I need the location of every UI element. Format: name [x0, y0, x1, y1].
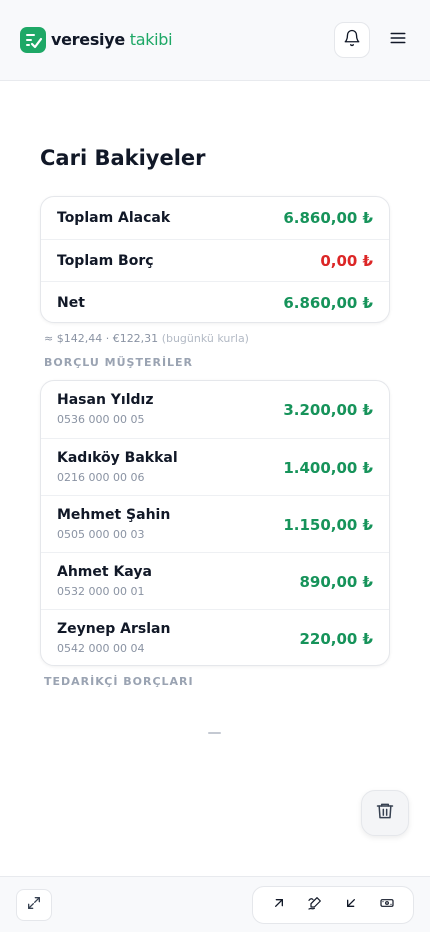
customer-phone: 0542 000 00 04: [57, 642, 145, 655]
customer-balance: 220,00 ₺: [299, 630, 373, 648]
customer-name: Hasan Yıldız: [57, 392, 154, 408]
customer-name: Mehmet Şahin: [57, 507, 171, 523]
customer-balance: 1.150,00 ₺: [283, 516, 373, 534]
action-tool-group: [252, 886, 414, 924]
list-item[interactable]: Hasan Yıldız 0536 000 00 05 3.200,00 ₺: [41, 381, 389, 438]
arrow-up-right-icon: [271, 895, 287, 915]
cash-icon: [379, 895, 395, 915]
debtors-heading: BORÇLU MÜŞTERİLER: [44, 356, 194, 369]
summary-label: Net: [57, 294, 85, 311]
summary-row-net: Net 6.860,00 ₺: [41, 281, 389, 323]
summary-label: Toplam Borç: [57, 252, 154, 269]
list-item[interactable]: Kadıköy Bakkal 0216 000 00 06 1.400,00 ₺: [41, 438, 389, 495]
fx-rates: ≈ $142,44 · €122,31: [44, 332, 159, 345]
summary-row-total-debt: Toplam Borç 0,00 ₺: [41, 239, 389, 281]
brand-primary: veresiye: [51, 30, 125, 49]
fx-note: (bugünkü kurla): [161, 332, 249, 345]
bell-icon: [343, 29, 361, 51]
customer-name: Zeynep Arslan: [57, 621, 171, 637]
customer-name: Ahmet Kaya: [57, 564, 152, 580]
delete-button[interactable]: [361, 790, 409, 836]
app-header: veresiye takibi: [0, 0, 430, 81]
customer-balance: 3.200,00 ₺: [283, 401, 373, 419]
cash-button[interactable]: [372, 890, 402, 920]
suppliers-empty-placeholder: [208, 732, 221, 734]
arrow-down-left-icon: [343, 895, 359, 915]
customer-phone: 0536 000 00 05: [57, 413, 145, 426]
receive-payment-button[interactable]: [336, 890, 366, 920]
summary-row-total-receivable: Toplam Alacak 6.860,00 ₺: [41, 197, 389, 239]
expand-icon: [26, 895, 42, 915]
brand-name[interactable]: veresiye takibi: [51, 29, 173, 51]
list-item[interactable]: Mehmet Şahin 0505 000 00 03 1.150,00 ₺: [41, 495, 389, 552]
brand-secondary: takibi: [129, 30, 173, 49]
sign-pen-icon: [307, 895, 323, 915]
menu-button[interactable]: [380, 22, 416, 58]
customer-phone: 0532 000 00 01: [57, 585, 145, 598]
summary-value: 6.860,00 ₺: [283, 293, 373, 312]
list-item[interactable]: Zeynep Arslan 0542 000 00 04 220,00 ₺: [41, 609, 389, 666]
summary-value: 6.860,00 ₺: [283, 209, 373, 227]
debtors-list: Hasan Yıldız 0536 000 00 05 3.200,00 ₺ K…: [40, 380, 390, 666]
signature-button[interactable]: [300, 890, 330, 920]
summary-value: 0,00 ₺: [320, 251, 373, 270]
customer-phone: 0505 000 00 03: [57, 528, 145, 541]
notifications-button[interactable]: [334, 22, 370, 58]
bottom-toolbar: [0, 876, 430, 932]
customer-balance: 890,00 ₺: [299, 573, 373, 591]
customer-name: Kadıköy Bakkal: [57, 450, 178, 466]
currency-conversion: ≈ $142,44 · €122,31 (bugünkü kurla): [44, 331, 249, 346]
balance-summary-card: Toplam Alacak 6.860,00 ₺ Toplam Borç 0,0…: [40, 196, 390, 323]
customer-balance: 1.400,00 ₺: [283, 459, 373, 477]
customer-phone: 0216 000 00 06: [57, 471, 145, 484]
summary-label: Toplam Alacak: [57, 210, 171, 226]
hamburger-menu-icon: [389, 29, 407, 51]
checklist-icon[interactable]: [20, 27, 46, 53]
page-title: Cari Bakiyeler: [40, 146, 206, 170]
trash-icon: [375, 801, 395, 825]
give-credit-button[interactable]: [264, 890, 294, 920]
suppliers-heading: TEDARİKÇİ BORÇLARI: [44, 675, 194, 688]
list-item[interactable]: Ahmet Kaya 0532 000 00 01 890,00 ₺: [41, 552, 389, 609]
expand-button[interactable]: [16, 889, 52, 921]
